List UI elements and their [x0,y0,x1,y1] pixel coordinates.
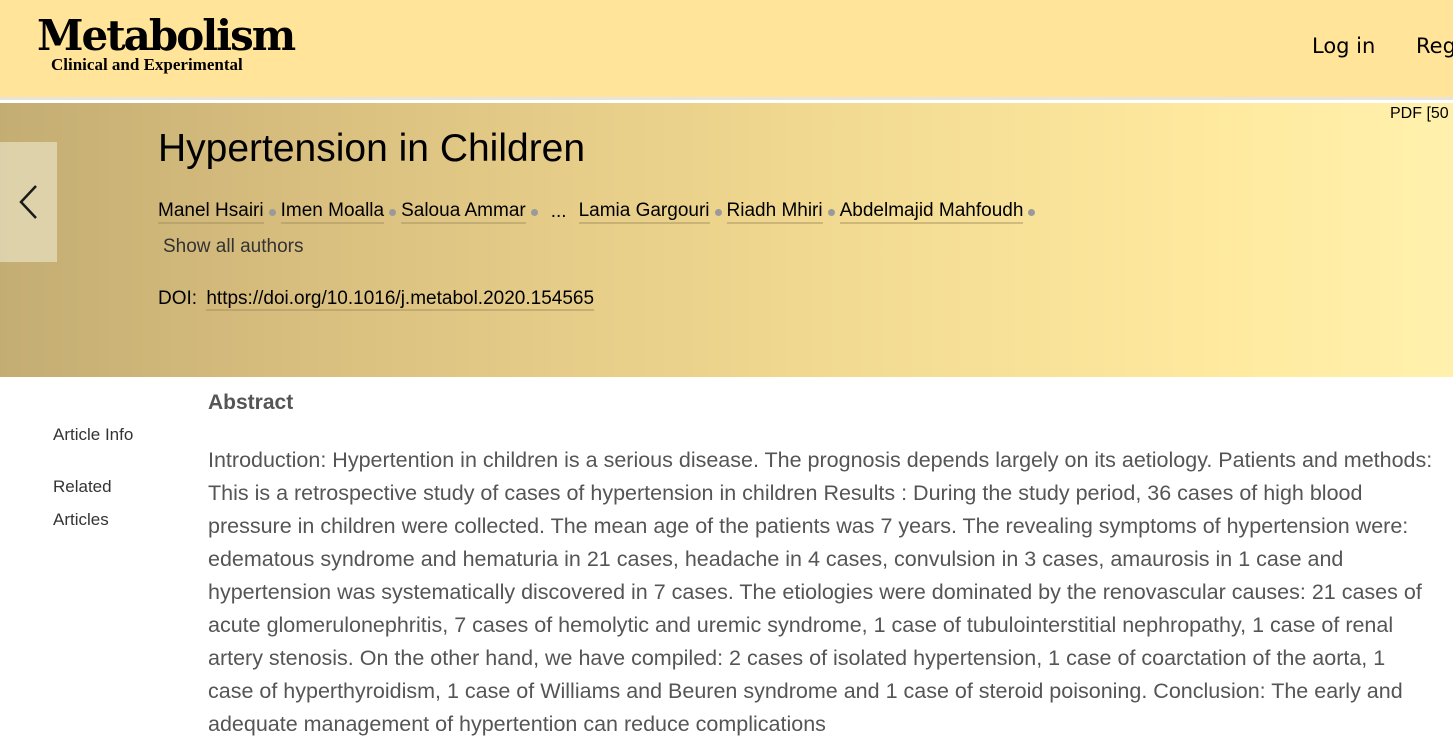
author-link[interactable]: Riadh Mhiri [726,200,823,224]
author-link[interactable]: Lamia Gargouri [578,200,710,224]
login-link[interactable]: Log in [1312,34,1375,58]
author-list: Manel Hsairi Imen Moalla Saloua Ammar ..… [158,200,1040,224]
back-button[interactable] [0,142,57,262]
register-link[interactable]: Reg [1416,34,1453,58]
separator-dot [827,208,835,216]
article-title: Hypertension in Children [158,127,586,170]
author-link[interactable]: Saloua Ammar [401,200,526,224]
logo-title: Metabolism [37,11,296,60]
site-header: Metabolism Clinical and Experimental Log… [0,0,1453,100]
separator-dot [714,208,722,216]
author-link[interactable]: Abdelmajid Mahfoudh [839,200,1024,224]
author-link[interactable]: Imen Moalla [280,200,385,224]
separator-dot [389,208,397,216]
doi-link[interactable]: https://doi.org/10.1016/j.metabol.2020.1… [206,288,595,311]
sidebar-item-article-info[interactable]: Article Info [53,418,133,451]
abstract-heading: Abstract [208,391,294,414]
doi-label: DOI: [158,288,198,309]
separator-dot [1028,208,1036,216]
show-all-authors-button[interactable]: Show all authors [163,236,303,258]
chevron-left-icon [18,185,37,219]
separator-dot [268,208,276,216]
separator-dot [530,208,538,216]
author-link[interactable]: Manel Hsairi [158,200,264,224]
authors-ellipsis: ... [550,201,567,222]
sidebar-item-related-articles[interactable]: Related Articles [53,470,133,536]
pdf-download-link[interactable]: PDF [50 [1390,105,1449,123]
abstract-text: Introduction: Hypertention in children i… [208,448,1433,736]
journal-logo[interactable]: Metabolism Clinical and Experimental [37,11,296,74]
article-header: PDF [50 Hypertension in Children Manel H… [0,103,1453,377]
doi-line: DOI: https://doi.org/10.1016/j.metabol.2… [158,288,595,311]
